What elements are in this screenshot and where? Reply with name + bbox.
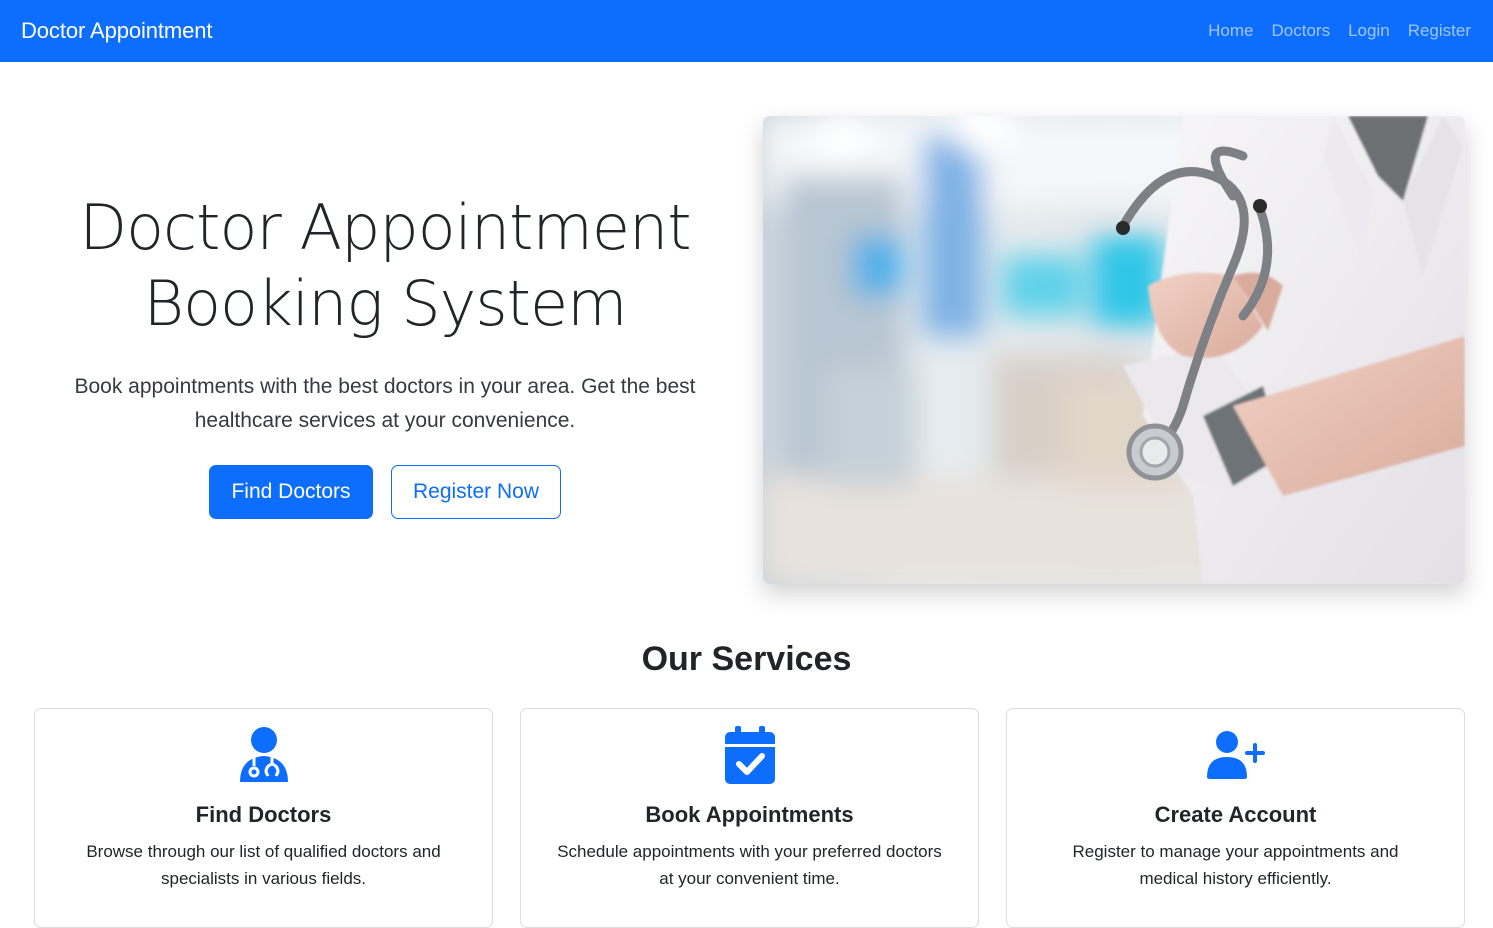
register-now-button[interactable]: Register Now	[391, 465, 561, 519]
service-card-text: Schedule appointments with your preferre…	[557, 842, 942, 888]
hero-title-line2: Booking System	[143, 267, 628, 340]
hero-image	[763, 116, 1465, 584]
service-card-title: Book Appointments	[645, 802, 854, 827]
nav-link-register[interactable]: Register	[1408, 21, 1471, 41]
calendar-check-icon	[724, 726, 775, 784]
service-card-text: Register to manage your appointments and…	[1072, 842, 1399, 888]
hero-lead: Book appointments with the best doctors …	[74, 375, 696, 432]
hero-buttons: Find Doctors Register Now	[40, 465, 730, 519]
hero-title: Doctor Appointment Booking System	[40, 190, 730, 342]
doctor-icon	[239, 727, 288, 782]
nav-links: Home Doctors Login Register	[1190, 21, 1471, 41]
doctor-with-stethoscope-image	[763, 116, 1465, 584]
service-card-text: Browse through our list of qualified doc…	[86, 842, 441, 888]
service-card-find-doctors: Find Doctors Browse through our list of …	[34, 708, 493, 928]
service-card-book-appointments: Book Appointments Schedule appointments …	[520, 708, 979, 928]
nav-link-home[interactable]: Home	[1208, 21, 1253, 41]
user-plus-icon	[1206, 731, 1265, 779]
navbar: Doctor Appointment Home Doctors Login Re…	[0, 0, 1493, 62]
hero-title-line1: Doctor Appointment	[79, 191, 691, 264]
hero-section: Doctor Appointment Booking System Book a…	[40, 190, 730, 519]
service-card-create-account: Create Account Register to manage your a…	[1006, 708, 1465, 928]
service-card-title: Find Doctors	[195, 802, 332, 827]
brand-link[interactable]: Doctor Appointment	[21, 18, 213, 44]
nav-link-login[interactable]: Login	[1348, 21, 1390, 41]
nav-link-doctors[interactable]: Doctors	[1272, 21, 1331, 41]
services-title: Our Services	[641, 640, 852, 678]
service-card-title: Create Account	[1154, 802, 1317, 827]
find-doctors-button[interactable]: Find Doctors	[209, 465, 373, 519]
